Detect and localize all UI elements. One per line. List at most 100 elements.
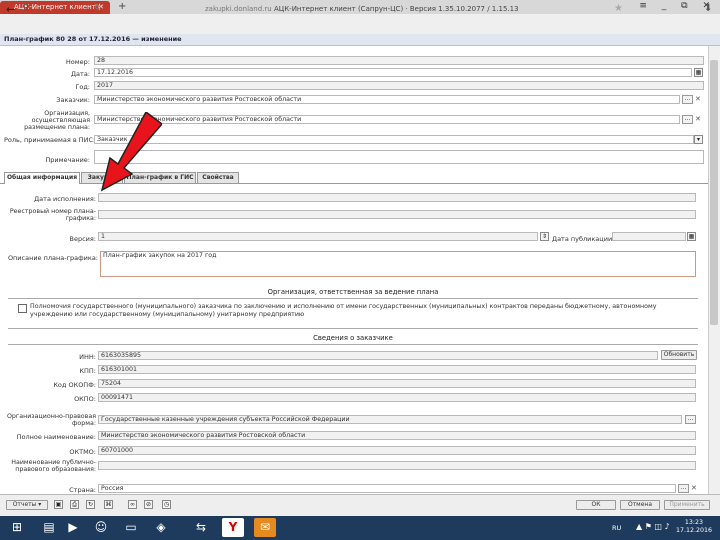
reports-button[interactable]: Отчеты ▾ (6, 500, 48, 510)
year-label: Год: (75, 83, 90, 91)
red-arrow-shape (100, 112, 162, 192)
public-entity-field[interactable] (98, 461, 696, 470)
okpo-label: ОКПО: (74, 395, 96, 403)
kpp-field[interactable]: 616301001 (98, 365, 696, 374)
cancel-button[interactable]: Отмена (620, 500, 660, 510)
reg-number-field[interactable] (98, 210, 696, 219)
tray-icons[interactable]: ▲ ⚑ ◫ ♪ (636, 522, 670, 531)
legal-form-field[interactable]: Государственные казенные учреждения субъ… (98, 415, 682, 424)
year-field[interactable]: 2017 (94, 81, 704, 90)
okopf-field[interactable]: 75204 (98, 379, 696, 388)
comment-field[interactable] (94, 150, 704, 164)
customer-section-title: Сведения о заказчике (313, 334, 393, 342)
calendar-icon[interactable]: ▦ (687, 232, 696, 241)
spin-icon[interactable]: ⇕ (540, 232, 549, 241)
okpo-field[interactable]: 00091471 (98, 393, 696, 402)
chevron-down-icon[interactable]: ▾ (694, 135, 703, 144)
plan-number-label: Дата исполнения: (34, 195, 96, 203)
version-field[interactable]: 1 (98, 232, 538, 241)
unlink-icon[interactable]: ⊘ (144, 500, 153, 509)
network-app-icon[interactable]: ⇆ (190, 518, 212, 537)
tab-properties[interactable]: Свойства (197, 172, 239, 183)
url-page-title: АЦК-Интернет клиент (Сапрун-ЦС) · Версия… (273, 5, 519, 13)
powers-transferred-text: Полномочия государственного (муниципальн… (30, 303, 657, 318)
refresh-icon[interactable]: ↻ (86, 500, 95, 509)
powers-transferred-checkbox[interactable] (18, 304, 27, 313)
new-tab-button[interactable]: + (118, 1, 126, 12)
full-name-label: Полное наименование: (16, 433, 96, 441)
responsible-section-title: Организация, ответственная за ведение пл… (267, 288, 439, 296)
number-label: Номер: (65, 58, 90, 66)
date-field[interactable]: 17.12.2016 (94, 68, 692, 77)
ok-button[interactable]: ОК (576, 500, 616, 510)
apply-button[interactable]: Применить (664, 500, 710, 510)
customer-lookup-button[interactable]: ... (682, 95, 693, 104)
inn-field[interactable]: 6163035895 (98, 351, 658, 360)
update-button[interactable]: Обновить (661, 350, 697, 360)
download-icon[interactable]: ⬇ (704, 3, 712, 14)
people-icon[interactable]: ☺ (90, 518, 112, 537)
window-title: План-график 80 28 от 17.12.2016 — измене… (4, 35, 182, 43)
org-lookup-button[interactable]: ... (682, 115, 693, 124)
section-divider (8, 298, 698, 299)
clear-icon[interactable]: ✕ (691, 484, 698, 493)
section-divider (8, 328, 698, 329)
address-bar (0, 14, 720, 35)
legal-form-label: Организационно-правовая форма: (6, 413, 96, 427)
url-field[interactable]: zakupki.donland.ru АЦК-Интернет клиент (… (205, 5, 519, 13)
start-button-icon[interactable]: ⊞ (6, 518, 28, 537)
oktmo-label: ОКТМО: (69, 448, 96, 456)
country-lookup-button[interactable]: ... (678, 484, 689, 493)
link-icon[interactable]: ∞ (128, 500, 137, 509)
clear-icon[interactable]: ✕ (695, 95, 702, 104)
print-icon[interactable]: ⎙ (70, 500, 79, 509)
folder-icon[interactable]: ▭ (120, 518, 142, 537)
role-label: Роль, принимаемая в ПИС: (4, 136, 96, 144)
section-divider (8, 344, 698, 345)
app-icon[interactable]: ◈ (150, 518, 172, 537)
taskbar-clock[interactable]: 13:23 17.12.2016 (672, 519, 716, 535)
publish-date-field[interactable] (612, 232, 686, 241)
description-field[interactable]: План-график закупок на 2017 год (100, 251, 696, 277)
reports-button-label: Отчеты (12, 501, 37, 508)
red-arrow-annotation (100, 112, 162, 192)
date-label: Дата: (70, 70, 90, 78)
calendar-icon[interactable]: ▦ (694, 68, 703, 77)
customer-field[interactable]: Министерство экономического развития Рос… (94, 95, 680, 104)
public-entity-label: Наименование публично-правового образова… (11, 459, 96, 473)
clear-icon[interactable]: ✕ (695, 115, 702, 124)
language-indicator[interactable]: RU (612, 524, 621, 532)
plan-number-field[interactable] (98, 193, 696, 202)
outlook-icon[interactable]: ✉ (254, 518, 276, 537)
scrollbar-thumb[interactable] (710, 60, 718, 325)
save-icon[interactable]: ▣ (54, 500, 63, 509)
history-icon[interactable]: ◷ (162, 500, 171, 509)
yandex-logo-icon[interactable]: Я (22, 3, 29, 14)
okopf-label: Код ОКОПФ: (53, 381, 96, 389)
oktmo-field[interactable]: 60701000 (98, 446, 696, 455)
reg-number-label: Реестровый номер плана-графика: (9, 208, 96, 222)
legal-form-lookup-button[interactable]: ... (685, 415, 696, 424)
org-label: Организация, осуществляющая размещение п… (24, 110, 90, 131)
version-label: Версия: (69, 235, 96, 243)
window-titlebar: План-график 80 28 от 17.12.2016 — измене… (0, 34, 720, 46)
description-label: Описание плана-графика: (7, 254, 98, 262)
country-field[interactable]: Россия (98, 484, 676, 493)
number-field[interactable]: 28 (94, 56, 704, 65)
explorer-icon[interactable]: ▤ (38, 518, 60, 537)
org-field[interactable]: Министерство экономического развития Рос… (94, 115, 680, 124)
inn-label: ИНН: (79, 353, 96, 361)
bookmark-star-icon[interactable]: ★ (614, 3, 623, 14)
publish-date-label: Дата публикации: (552, 235, 615, 243)
kpp-label: КПП: (79, 367, 96, 375)
full-name-field[interactable]: Министерство экономического развития Рос… (98, 431, 696, 440)
clock-time: 13:23 (684, 519, 704, 526)
media-player-icon[interactable]: ▶ (62, 518, 84, 537)
back-arrow-icon[interactable]: ← (6, 3, 15, 16)
tab-general-info[interactable]: Общая информация (4, 172, 80, 184)
reload-icon[interactable]: ↻ (94, 3, 102, 13)
attach-icon[interactable]: ⌘ (104, 500, 113, 509)
yandex-browser-icon[interactable]: Y (222, 518, 244, 537)
role-select[interactable]: Заказчик (94, 135, 694, 144)
clock-date: 17.12.2016 (675, 527, 713, 534)
